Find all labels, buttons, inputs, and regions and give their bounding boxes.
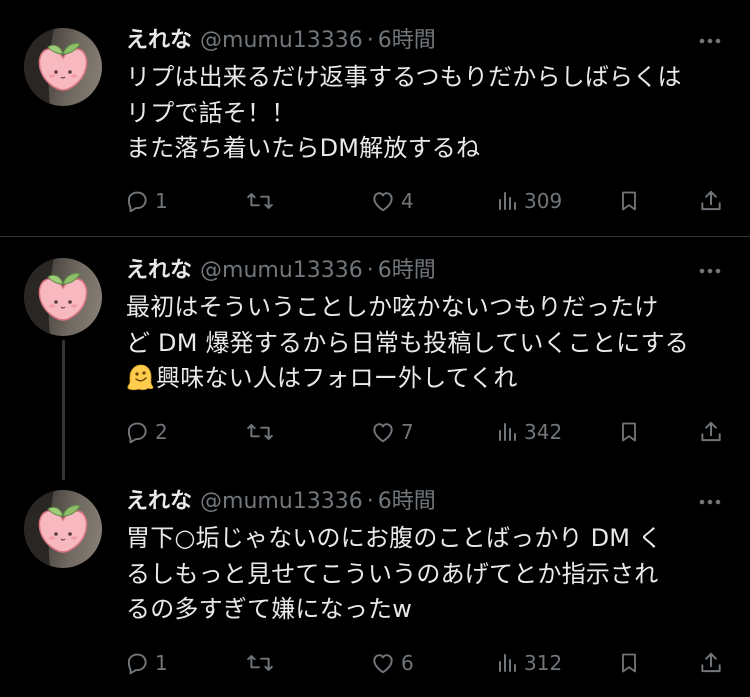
bookmark-icon	[622, 653, 636, 673]
timestamp[interactable]: 6時間	[378, 487, 436, 517]
reply-button[interactable]: 1	[124, 646, 168, 680]
views-button[interactable]: 312	[495, 646, 562, 680]
reply-count: 1	[155, 651, 168, 675]
view-count: 312	[524, 651, 563, 675]
display-name[interactable]: えれな	[126, 487, 192, 517]
like-button[interactable]: 6	[370, 646, 414, 680]
bookmark-button[interactable]	[617, 646, 641, 680]
tweet-3[interactable]: えれな @mumu13336 · 6時間 胃下○垢じゃないのにお腹のことばっかり…	[0, 0, 750, 697]
like-count: 6	[401, 651, 414, 675]
retweet-button[interactable]	[246, 646, 279, 680]
share-button[interactable]	[698, 646, 724, 680]
views-icon	[499, 654, 516, 672]
tweet-header: えれな @mumu13336 · 6時間	[126, 487, 436, 517]
avatar[interactable]	[24, 490, 102, 568]
like-icon	[373, 654, 393, 674]
separator-dot: ·	[366, 489, 374, 514]
action-bar: 1 6 312	[0, 646, 750, 680]
retweet-icon	[247, 655, 273, 671]
reply-icon	[127, 653, 147, 675]
tweet-text: 胃下○垢じゃないのにお腹のことばっかり DM く るしもっと見せてこういうのあげ…	[126, 524, 663, 623]
user-handle[interactable]: @mumu13336	[200, 487, 363, 517]
more-options-button[interactable]	[690, 487, 730, 517]
more-icon	[699, 499, 721, 505]
share-icon	[701, 652, 721, 673]
